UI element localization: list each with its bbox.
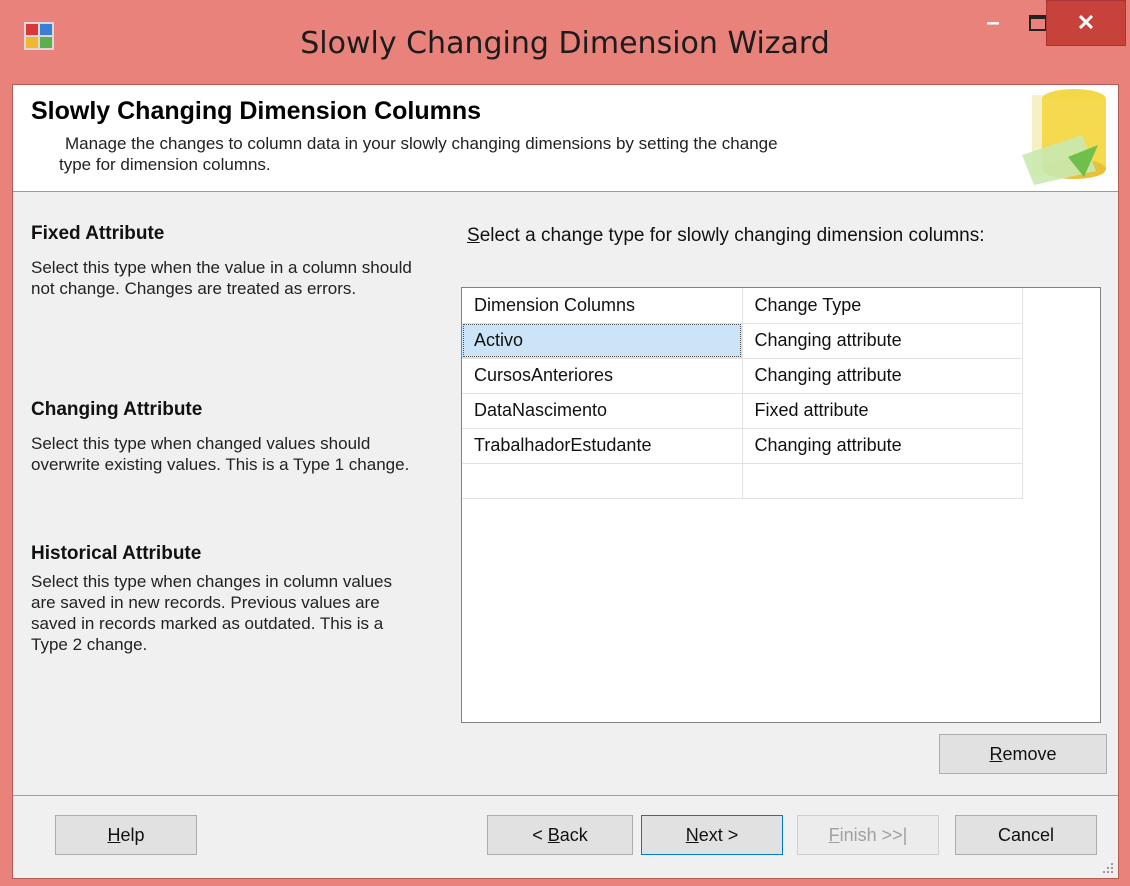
back-label: ack <box>559 824 588 845</box>
minimize-icon: – <box>986 9 1000 36</box>
table-row[interactable]: TrabalhadorEstudante Changing attribute <box>462 428 1023 464</box>
change-type-cell[interactable]: Changing attribute <box>742 428 1023 464</box>
minimize-button[interactable]: – <box>968 0 1018 46</box>
fixed-attribute-section: Fixed Attribute Select this type when th… <box>31 223 421 299</box>
grid-prompt-label: Select a change type for slowly changing… <box>467 225 985 247</box>
window-title: Slowly Changing Dimension Wizard <box>300 26 830 61</box>
grid-header-change-type[interactable]: Change Type <box>742 288 1023 324</box>
back-prefix: < <box>532 824 548 845</box>
table-row[interactable]: CursosAnteriores Changing attribute <box>462 358 1023 394</box>
close-icon: ✕ <box>1076 10 1096 35</box>
dimension-column-cell[interactable]: Activo <box>462 323 743 359</box>
dimension-column-cell[interactable]: TrabalhadorEstudante <box>462 428 743 464</box>
finish-label: inish >>| <box>839 824 908 845</box>
dimension-column-cell[interactable] <box>462 463 743 499</box>
fixed-attribute-text: Select this type when the value in a col… <box>31 258 412 298</box>
changing-attribute-section: Changing Attribute Select this type when… <box>31 399 421 475</box>
grid-prompt-text: elect a change type for slowly changing … <box>479 225 985 246</box>
back-button[interactable]: < Back <box>487 815 633 855</box>
historical-attribute-section: Historical Attribute Select this type wh… <box>31 543 421 655</box>
wizard-page: Slowly Changing Dimension Columns Manage… <box>12 84 1119 879</box>
change-type-cell[interactable]: Changing attribute <box>742 358 1023 394</box>
finish-mnemonic: F <box>828 824 840 845</box>
dimension-columns-grid[interactable]: Dimension Columns Change Type Activo Cha… <box>461 287 1101 723</box>
back-mnemonic: B <box>547 824 560 845</box>
change-type-cell[interactable] <box>742 463 1023 499</box>
help-mnemonic: H <box>107 824 121 845</box>
dimension-columns-table: Dimension Columns Change Type Activo Cha… <box>462 288 1023 499</box>
changing-attribute-text: Select this type when changed values sho… <box>31 434 410 474</box>
grid-prompt-mnemonic: S <box>467 225 480 246</box>
page-title: Slowly Changing Dimension Columns <box>31 97 482 125</box>
page-description-line2: type for dimension columns. <box>59 155 271 174</box>
grid-header-row: Dimension Columns Change Type <box>462 288 1023 324</box>
next-label: ext > <box>698 824 739 845</box>
finish-button[interactable]: Finish >>| <box>797 815 939 855</box>
next-mnemonic: N <box>685 824 699 845</box>
page-header: Slowly Changing Dimension Columns Manage… <box>13 85 1118 192</box>
page-description-line1: Manage the changes to column data in you… <box>65 134 778 153</box>
table-row[interactable]: DataNascimento Fixed attribute <box>462 393 1023 429</box>
remove-mnemonic: R <box>989 743 1003 764</box>
maximize-icon <box>1029 15 1047 31</box>
change-type-cell[interactable]: Fixed attribute <box>742 393 1023 429</box>
historical-attribute-heading: Historical Attribute <box>31 543 202 564</box>
help-button[interactable]: Help <box>55 815 197 855</box>
remove-label: emove <box>1002 743 1057 764</box>
wizard-window: Slowly Changing Dimension Wizard – ✕ Slo… <box>0 0 1130 886</box>
table-row-empty[interactable] <box>462 463 1023 499</box>
fixed-attribute-heading: Fixed Attribute <box>31 223 165 244</box>
remove-button[interactable]: Remove <box>939 734 1107 774</box>
footer-divider <box>13 795 1118 796</box>
grid-header-dimension-columns[interactable]: Dimension Columns <box>462 288 743 324</box>
historical-attribute-text: Select this type when changes in column … <box>31 572 392 654</box>
resize-grip-icon[interactable] <box>1100 860 1114 874</box>
changing-attribute-heading: Changing Attribute <box>31 399 203 420</box>
dimension-column-cell[interactable]: CursosAnteriores <box>462 358 743 394</box>
help-label: elp <box>120 824 145 845</box>
dimension-column-cell[interactable]: DataNascimento <box>462 393 743 429</box>
database-wizard-graphic <box>1022 89 1106 185</box>
close-button[interactable]: ✕ <box>1046 0 1126 46</box>
table-row[interactable]: Activo Changing attribute <box>462 323 1023 359</box>
page-description: Manage the changes to column data in you… <box>59 133 965 175</box>
cancel-button[interactable]: Cancel <box>955 815 1097 855</box>
next-button[interactable]: Next > <box>641 815 783 855</box>
change-type-cell[interactable]: Changing attribute <box>742 323 1023 359</box>
title-bar[interactable]: Slowly Changing Dimension Wizard – ✕ <box>0 0 1130 84</box>
